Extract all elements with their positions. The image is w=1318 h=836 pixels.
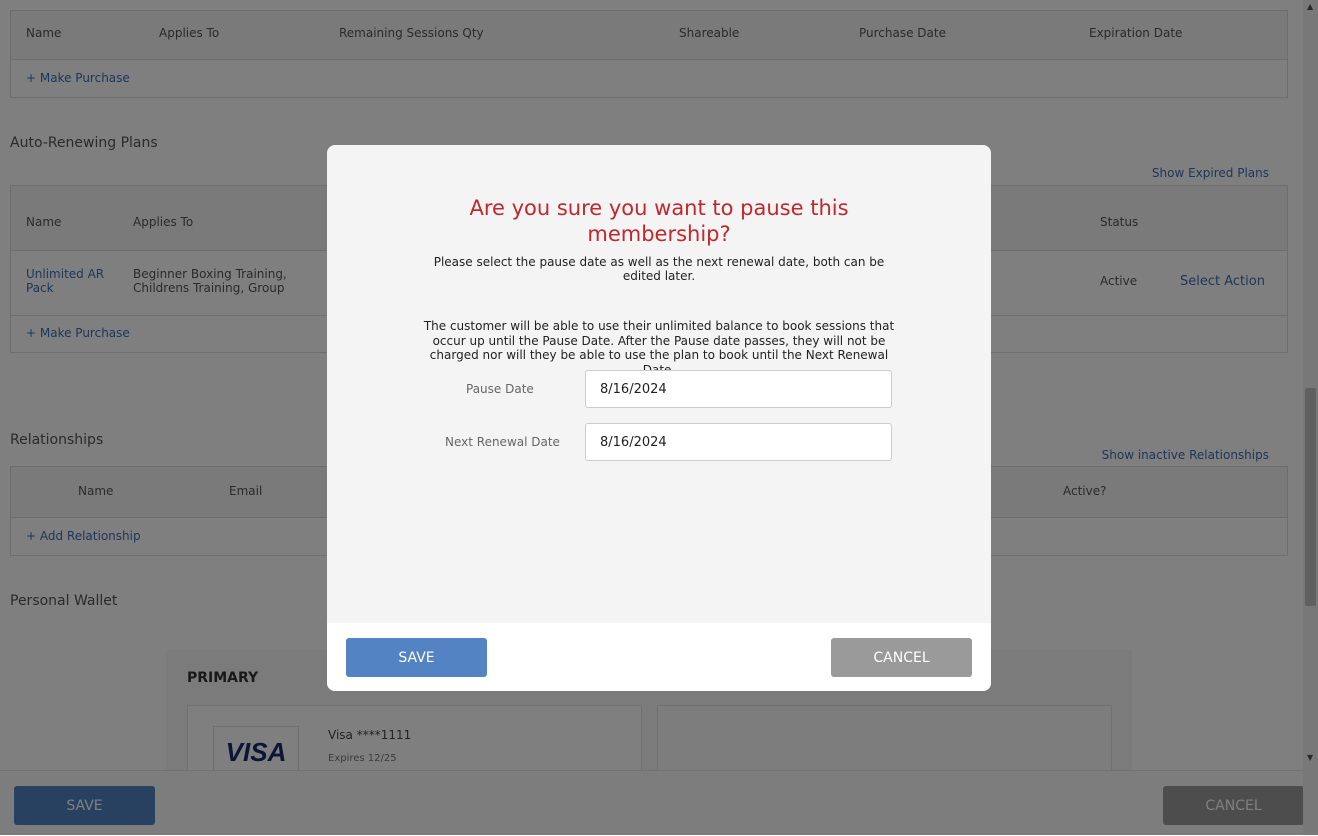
modal-description: The customer will be able to use their u…: [423, 319, 895, 377]
pause-date-input[interactable]: [585, 370, 892, 408]
modal-save-button[interactable]: SAVE: [346, 638, 487, 677]
pause-membership-modal: Are you sure you want to pause this memb…: [327, 145, 991, 691]
modal-cancel-button[interactable]: CANCEL: [831, 638, 972, 677]
pause-date-label: Pause Date: [466, 382, 534, 396]
modal-title: Are you sure you want to pause this memb…: [469, 196, 849, 246]
modal-footer: SAVE CANCEL: [327, 623, 991, 691]
next-renewal-date-label: Next Renewal Date: [445, 435, 560, 449]
next-renewal-date-input[interactable]: [585, 423, 892, 461]
modal-subtitle: Please select the pause date as well as …: [433, 255, 885, 283]
